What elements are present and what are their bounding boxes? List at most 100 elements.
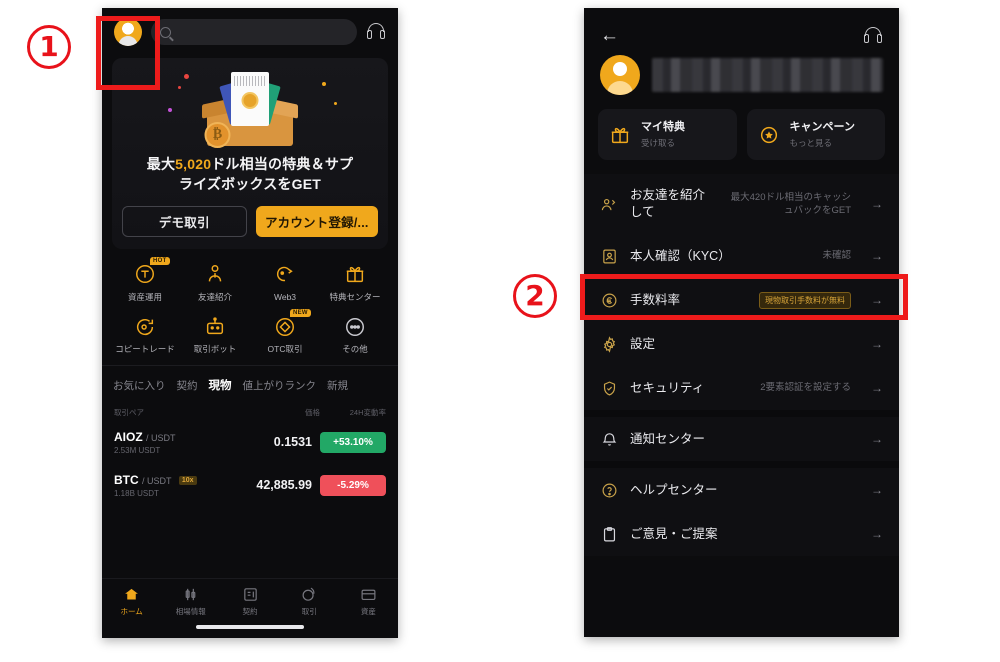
- user-avatar-icon[interactable]: [114, 18, 142, 46]
- quick-action-copy-trade[interactable]: コピートレード: [110, 314, 180, 355]
- robot-icon: [203, 314, 228, 339]
- tab-assets[interactable]: 資産: [339, 586, 398, 617]
- quick-action-label: Web3: [273, 291, 297, 302]
- market-price: 0.1531: [273, 435, 312, 450]
- table-row[interactable]: AIOZ / USDT 2.53M USDT 0.1531 +53.10%: [102, 421, 398, 464]
- menu-item-notification-center[interactable]: 通知センター →: [584, 417, 899, 461]
- more-dots-icon: [343, 314, 368, 339]
- menu-item-label: ヘルプセンター: [630, 482, 718, 497]
- search-input[interactable]: [151, 19, 357, 45]
- copy-trade-icon: [133, 314, 158, 339]
- menu-item-sub: 最大420ドル相当のキャッシュバックをGET: [730, 191, 851, 217]
- tab-markets[interactable]: 相場情報: [161, 586, 220, 617]
- chevron-right-icon: →: [871, 249, 883, 264]
- symbol-quote: / USDT: [142, 475, 172, 486]
- menu-item-label: 設定: [630, 336, 656, 351]
- home-icon: [122, 586, 141, 603]
- menu-item-help-center[interactable]: ヘルプセンター →: [584, 468, 899, 512]
- market-change-badge: -5.29%: [320, 474, 386, 496]
- menu-item-label: 通知センター: [630, 431, 706, 446]
- menu-item-label: ご意見・ご提案: [630, 526, 718, 541]
- quick-action-label: 友達紹介: [197, 291, 232, 302]
- back-arrow-icon[interactable]: ←: [600, 26, 619, 45]
- tab-spot[interactable]: 現物: [209, 377, 232, 393]
- market-volume: 2.53M USDT: [114, 445, 161, 455]
- tab-label: 資産: [360, 607, 376, 616]
- quick-action-label: 資産運用: [127, 291, 162, 302]
- phone-screen-account-menu: ← マイ特典 受け取る キャンペーン もっと見る お友達を紹介して 最大420ド…: [584, 8, 899, 637]
- menu-group-notifications: 通知センター →: [584, 410, 899, 462]
- quick-action-rewards-center[interactable]: 特典センター: [320, 262, 390, 303]
- gift-icon: [608, 123, 632, 147]
- promo-banner[interactable]: ₿ 最大5,020ドル相当の特典＆サプ ライズボックスをGET デモ取引 アカウ…: [112, 58, 388, 249]
- candles-icon: [181, 586, 200, 603]
- quick-action-label: 特典センター: [329, 291, 381, 302]
- gear-icon: [600, 335, 618, 353]
- market-change-badge: +53.10%: [320, 431, 386, 453]
- headset-icon[interactable]: [366, 23, 386, 41]
- tab-home[interactable]: ホーム: [102, 586, 161, 617]
- market-volume: 1.18B USDT: [114, 488, 159, 498]
- tab-contract[interactable]: 契約: [177, 378, 198, 393]
- hot-badge: HOT: [150, 256, 170, 265]
- chevron-right-icon: →: [871, 337, 883, 352]
- bell-icon: [600, 430, 618, 448]
- tab-contract[interactable]: 契約: [220, 586, 279, 617]
- leverage-badge: 10x: [178, 476, 197, 486]
- banner-title-suffix: ドル相当の特典＆サプ: [211, 156, 354, 172]
- quick-action-label: コピートレード: [115, 344, 175, 355]
- otc-diamond-icon: [273, 314, 298, 339]
- quick-action-trading-bot[interactable]: 取引ボット: [180, 314, 250, 355]
- menu-group-primary: お友達を紹介して 最大420ドル相当のキャッシュバックをGET → 本人確認（K…: [584, 174, 899, 411]
- wallet-icon: [359, 586, 378, 603]
- promo-cards: マイ特典 受け取る キャンペーン もっと見る: [584, 109, 899, 174]
- menu-item-referral[interactable]: お友達を紹介して 最大420ドル相当のキャッシュバックをGET →: [584, 174, 899, 234]
- chevron-right-icon: →: [871, 381, 883, 396]
- menu-item-label: セキュリティ: [630, 380, 705, 395]
- trade-swap-icon: [300, 586, 319, 603]
- campaign-card[interactable]: キャンペーン もっと見る: [746, 109, 885, 161]
- fee-coin-icon: [600, 291, 618, 309]
- menu-item-kyc[interactable]: 本人確認（KYC） 未確認 →: [584, 234, 899, 278]
- market-table-header: 取引ペア 価格 24H変動率: [102, 397, 398, 421]
- table-row[interactable]: BTC / USDT 10x 1.18B USDT 42,885.99 -5.2…: [102, 464, 398, 507]
- headset-icon[interactable]: [863, 26, 883, 45]
- quick-action-otc[interactable]: NEW OTC取引: [250, 309, 320, 355]
- quick-action-asset-management[interactable]: HOT 資産運用: [110, 256, 180, 303]
- user-avatar-icon[interactable]: [600, 55, 640, 95]
- register-account-button[interactable]: アカウント登録/...: [255, 205, 378, 237]
- header-price: 価格: [305, 407, 320, 417]
- kyc-status: 未確認: [822, 250, 851, 262]
- menu-item-settings[interactable]: 設定 →: [584, 322, 899, 366]
- market-section: お気に入り 契約 現物 値上がりランク 新規 取引ペア 価格 24H変動率 AI…: [102, 364, 398, 507]
- quick-action-web3[interactable]: Web3: [250, 262, 320, 303]
- my-rewards-card[interactable]: マイ特典 受け取る: [598, 109, 737, 161]
- tab-trade[interactable]: 取引: [280, 586, 339, 617]
- security-hint: 2要素認証を設定する: [760, 382, 851, 394]
- market-price: 42,885.99: [256, 478, 312, 493]
- tab-gainers-rank[interactable]: 値上がりランク: [243, 378, 317, 393]
- demo-trading-button[interactable]: デモ取引: [122, 205, 247, 237]
- banner-title: 最大5,020ドル相当の特典＆サプ ライズボックスをGET: [122, 154, 378, 195]
- menu-item-label: お友達を紹介して: [630, 188, 706, 220]
- quick-action-referral[interactable]: 友達紹介: [180, 262, 250, 303]
- profile-row[interactable]: [584, 49, 899, 109]
- menu-item-fee-rate[interactable]: 手数料率 現物取引手数料が無料 →: [584, 278, 899, 322]
- card-title: マイ特典: [641, 121, 685, 133]
- symbol-base: BTC: [114, 472, 139, 487]
- token-coin-icon: [133, 262, 158, 287]
- menu-item-feedback[interactable]: ご意見・ご提案 →: [584, 512, 899, 556]
- tab-label: 相場情報: [175, 607, 206, 616]
- menu-item-security[interactable]: セキュリティ 2要素認証を設定する →: [584, 366, 899, 410]
- web3-head-icon: [273, 262, 298, 287]
- tab-new[interactable]: 新規: [327, 378, 348, 393]
- step-marker-1: 1: [27, 25, 71, 69]
- new-badge: NEW: [290, 309, 311, 318]
- chevron-right-icon: →: [871, 483, 883, 498]
- market-symbol: AIOZ / USDT: [114, 430, 236, 444]
- tab-favorites[interactable]: お気に入り: [113, 378, 166, 393]
- quick-action-more[interactable]: その他: [320, 314, 390, 355]
- home-topbar: [102, 8, 398, 54]
- contract-icon: [241, 586, 260, 603]
- header-pair: 取引ペア: [114, 407, 144, 417]
